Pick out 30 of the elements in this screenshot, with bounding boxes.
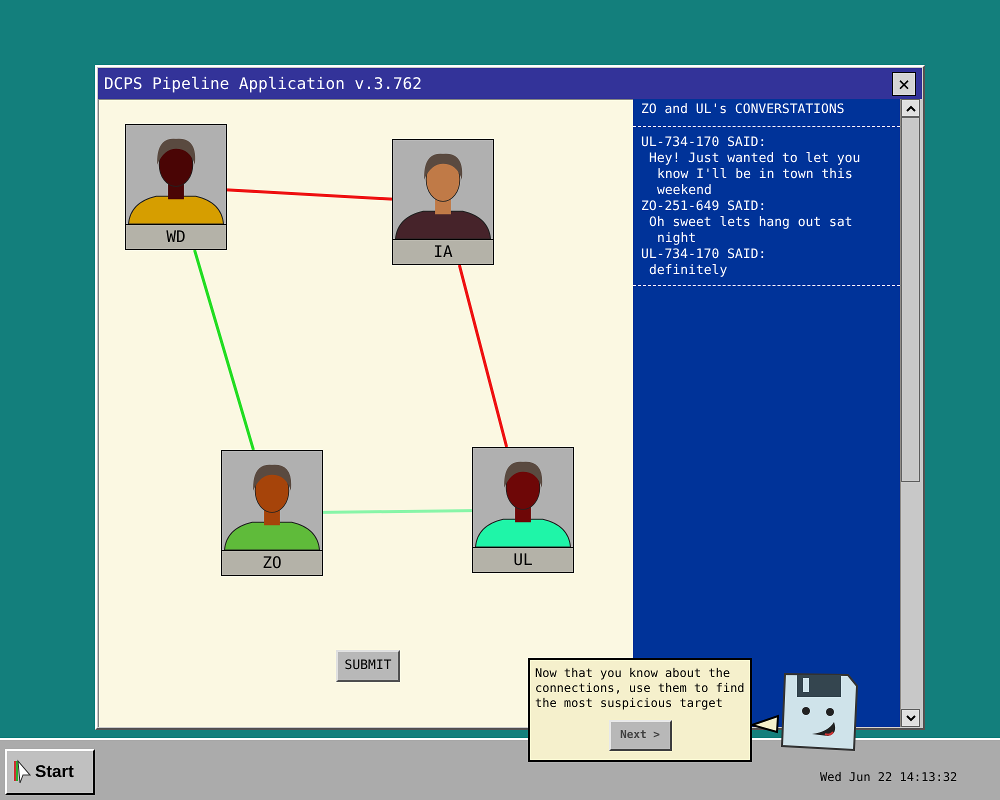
next-button[interactable]: Next > — [608, 720, 672, 751]
cursor-icon — [13, 759, 31, 785]
profile-name: IA — [393, 239, 493, 264]
message-speaker: ZO-251-649 SAID: — [641, 199, 768, 215]
message-text: Hey! Just wanted to let you — [648, 151, 862, 167]
profile-card[interactable]: IA — [392, 139, 494, 265]
clock: Wed Jun 22 14:13:32 — [820, 769, 958, 786]
tooltip-text: Now that you know about the connections, use them to find the most suspicious target — [535, 666, 745, 711]
scroll-down-icon[interactable] — [901, 709, 920, 727]
profile-card[interactable]: ZO — [221, 450, 323, 576]
profile-card[interactable]: UL — [472, 447, 574, 573]
profile-name: UL — [473, 547, 573, 572]
message-text: weekend — [656, 183, 713, 199]
scroll-thumb[interactable] — [901, 117, 920, 482]
submit-button[interactable]: SUBMIT — [336, 650, 400, 682]
profile-name: ZO — [222, 550, 322, 575]
message-text: know I'll be in town this — [656, 167, 854, 183]
window-title: DCPS Pipeline Application v.3.762 — [104, 72, 422, 94]
profile-card[interactable]: WD — [125, 124, 227, 250]
message-speaker: UL-734-170 SAID: — [641, 135, 768, 151]
scrollbar[interactable] — [900, 99, 920, 727]
close-button[interactable]: × — [892, 72, 916, 96]
message-text: definitely — [648, 263, 728, 279]
conversation-title: ZO and UL's CONVERSTATIONS — [640, 102, 846, 119]
message-text: Oh sweet lets hang out sat — [648, 215, 854, 231]
message-text: night — [656, 231, 698, 247]
start-button[interactable]: Start — [5, 749, 95, 795]
message-speaker: UL-734-170 SAID: — [641, 247, 768, 263]
profile-name: WD — [126, 224, 226, 249]
scroll-up-icon[interactable] — [901, 99, 920, 117]
